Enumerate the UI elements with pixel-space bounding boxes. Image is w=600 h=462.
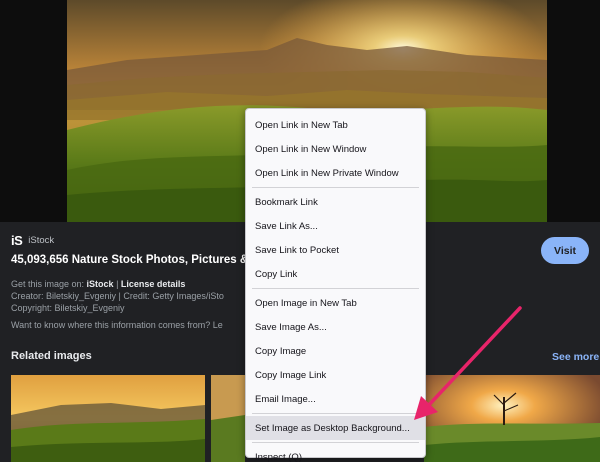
- get-source-link[interactable]: iStock: [87, 279, 114, 289]
- menu-separator: [252, 413, 419, 414]
- menu-separator: [252, 442, 419, 443]
- source-name: iStock: [28, 235, 55, 246]
- separator: |: [113, 279, 121, 289]
- image-title[interactable]: 45,093,656 Nature Stock Photos, Pictures…: [11, 254, 256, 266]
- menu-separator: [252, 288, 419, 289]
- menu-set-desktop-background[interactable]: Set Image as Desktop Background...: [246, 416, 425, 440]
- context-menu: Open Link in New Tab Open Link in New Wi…: [245, 108, 426, 462]
- related-thumbnail[interactable]: [211, 375, 245, 462]
- menu-copy-image[interactable]: Copy Image: [246, 339, 425, 363]
- copyright-line: Copyright: Biletskiy_Evgeniy: [11, 303, 125, 313]
- related-thumbnail[interactable]: [424, 375, 600, 462]
- image-source[interactable]: iS iStock: [11, 233, 54, 248]
- license-details-link[interactable]: License details: [121, 279, 186, 289]
- image-info: Get this image on: iStock | License deta…: [11, 278, 251, 314]
- menu-open-link-new-window[interactable]: Open Link in New Window: [246, 137, 425, 161]
- menu-email-image[interactable]: Email Image...: [246, 387, 425, 411]
- menu-separator: [252, 187, 419, 188]
- related-images-heading: Related images: [11, 350, 92, 362]
- menu-open-link-new-tab[interactable]: Open Link in New Tab: [246, 113, 425, 137]
- get-prefix: Get this image on:: [11, 279, 87, 289]
- menu-save-link-as[interactable]: Save Link As...: [246, 214, 425, 238]
- istock-logo-icon: iS: [11, 233, 23, 248]
- menu-open-image-new-tab[interactable]: Open Image in New Tab: [246, 291, 425, 315]
- menu-save-link-to-pocket[interactable]: Save Link to Pocket: [246, 238, 425, 262]
- menu-save-image-as[interactable]: Save Image As...: [246, 315, 425, 339]
- related-thumbnail[interactable]: [11, 375, 205, 462]
- menu-copy-link[interactable]: Copy Link: [246, 262, 425, 286]
- image-viewer-right-margin: [547, 0, 600, 222]
- get-image-line: Get this image on: iStock | License deta…: [11, 278, 251, 290]
- image-viewer-left-margin: [0, 0, 67, 222]
- creator-line: Creator: Biletskiy_Evgeniy | Credit: Get…: [11, 291, 224, 301]
- menu-copy-image-link[interactable]: Copy Image Link: [246, 363, 425, 387]
- visit-button[interactable]: Visit: [541, 237, 589, 264]
- menu-open-link-private-window[interactable]: Open Link in New Private Window: [246, 161, 425, 185]
- see-more-link[interactable]: See more: [552, 351, 599, 363]
- menu-inspect[interactable]: Inspect (Q): [246, 445, 425, 462]
- info-source-note[interactable]: Want to know where this information come…: [11, 320, 251, 330]
- menu-bookmark-link[interactable]: Bookmark Link: [246, 190, 425, 214]
